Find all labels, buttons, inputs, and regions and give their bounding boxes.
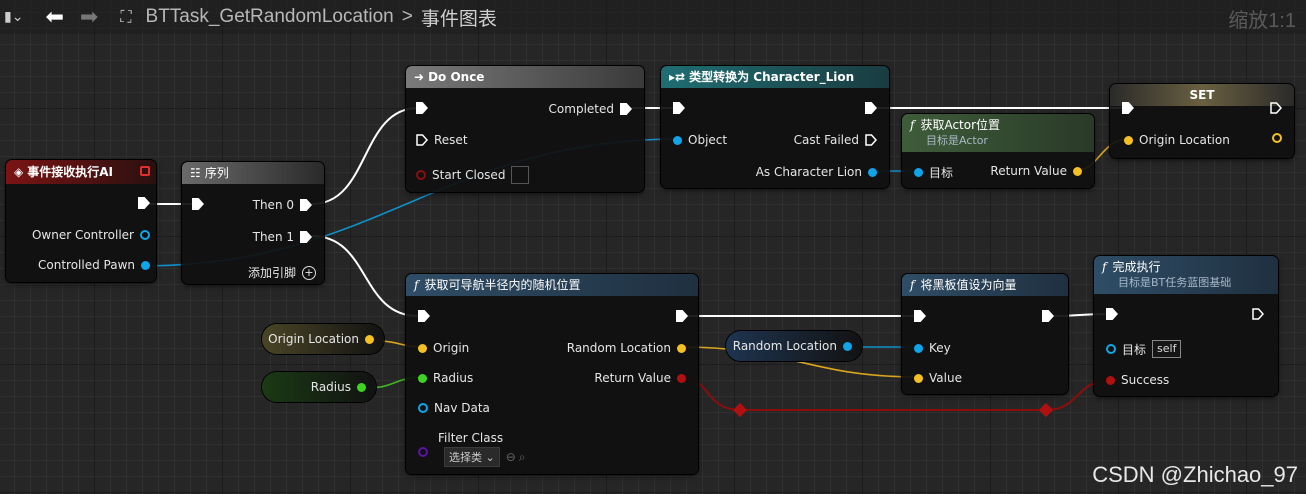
- set-node[interactable]: SET Origin Location: [1110, 84, 1294, 158]
- toolbar: ▮⌄ ⬅ ➡ ⛶ BTTask_GetRandomLocation > 事件图表…: [0, 0, 1306, 34]
- set-blackboard-vector-node[interactable]: f 将黑板值设为向量 Key Value: [902, 274, 1068, 394]
- breadcrumb-task[interactable]: BTTask_GetRandomLocation: [146, 6, 394, 28]
- back-arrow-icon[interactable]: ⬅: [45, 5, 63, 30]
- controlled-pawn-pin[interactable]: Controlled Pawn: [32, 258, 150, 272]
- event-exec-out[interactable]: [138, 197, 150, 209]
- random-location-node[interactable]: f 获取可导航半径内的随机位置 Origin Random Location Ra…: [406, 274, 698, 474]
- sequence-node-header: ☷ 序列: [182, 162, 324, 184]
- forward-arrow-icon[interactable]: ➡: [80, 5, 98, 30]
- blackboard-value-pin[interactable]: Value: [914, 371, 968, 385]
- cast-exec-in[interactable]: [673, 102, 685, 114]
- random-exec-out[interactable]: [676, 310, 688, 322]
- function-icon: f: [414, 278, 419, 292]
- cast-icon: ▸⇄: [669, 70, 686, 84]
- set-exec-out[interactable]: [1270, 102, 1283, 114]
- watermark: CSDN @Zhichao_97: [1092, 462, 1298, 487]
- breakpoint-icon: [140, 166, 150, 176]
- get-location-target-pin[interactable]: 目标: [914, 164, 959, 181]
- set-header: SET: [1110, 84, 1294, 106]
- cast-node[interactable]: ▸⇄ 类型转换为 Character_Lion Object Cast Faile…: [661, 66, 889, 188]
- function-icon: f: [1102, 260, 1107, 274]
- origin-location-getter[interactable]: Origin Location: [262, 324, 384, 354]
- completed-pin[interactable]: Completed: [543, 102, 632, 116]
- nav-data-pin[interactable]: Nav Data: [418, 401, 496, 415]
- random-location-pin[interactable]: Random Location: [561, 341, 686, 355]
- finish-target-pin[interactable]: 目标 self: [1106, 340, 1182, 358]
- search-icon[interactable]: ⌕: [519, 450, 526, 465]
- cast-failed-pin[interactable]: Cast Failed: [788, 133, 878, 147]
- event-node-header: ◈ 事件接收执行AI: [6, 160, 156, 184]
- function-icon: f: [910, 278, 915, 292]
- filter-class-pin[interactable]: [418, 447, 428, 457]
- sequence-node[interactable]: ☷ 序列 Then 0 Then 1 添加引脚 +: [182, 162, 324, 284]
- get-actor-location-node[interactable]: f 获取Actor位置 目标是Actor 目标 Return Value: [902, 114, 1094, 188]
- finish-success-pin[interactable]: Success: [1106, 373, 1175, 387]
- do-once-icon: ➜: [414, 70, 425, 84]
- cast-header: ▸⇄ 类型转换为 Character_Lion: [661, 66, 889, 88]
- random-radius-pin[interactable]: Radius: [418, 371, 479, 385]
- filter-class-dropdown[interactable]: 选择类 ⌄ ⊖ ⌕: [444, 447, 526, 467]
- blackboard-key-pin[interactable]: Key: [914, 341, 957, 355]
- then0-pin[interactable]: Then 0: [247, 198, 312, 212]
- browse-arrow-icon[interactable]: ⊖: [506, 450, 516, 464]
- breadcrumb-graph[interactable]: 事件图表: [421, 4, 497, 31]
- blackboard-header: f 将黑板值设为向量: [902, 274, 1068, 296]
- get-actor-location-header: f 获取Actor位置 目标是Actor: [902, 114, 1094, 152]
- do-once-header: ➜ Do Once: [406, 66, 644, 88]
- reset-pin[interactable]: Reset: [416, 133, 474, 147]
- blackboard-exec-out[interactable]: [1042, 310, 1054, 322]
- set-output-pin[interactable]: [1272, 133, 1282, 143]
- random-origin-pin[interactable]: Origin: [418, 341, 475, 355]
- random-return-pin[interactable]: Return Value: [588, 371, 686, 385]
- get-location-return-pin[interactable]: Return Value: [984, 164, 1082, 178]
- cast-exec-out[interactable]: [865, 102, 877, 114]
- random-exec-in[interactable]: [418, 310, 430, 322]
- start-closed-pin[interactable]: Start Closed: [416, 166, 530, 184]
- random-location-header: f 获取可导航半径内的随机位置: [406, 274, 698, 296]
- finish-execute-header: f 完成执行 目标是BT任务蓝图基础: [1094, 256, 1278, 294]
- filter-class-label: Filter Class: [438, 431, 504, 445]
- start-closed-checkbox[interactable]: [511, 166, 530, 184]
- function-icon: f: [910, 118, 915, 132]
- finish-exec-in[interactable]: [1106, 308, 1118, 320]
- set-origin-location-pin[interactable]: Origin Location: [1124, 133, 1236, 147]
- breadcrumb-separator: >: [401, 6, 413, 27]
- zoom-level: 缩放1:1: [1228, 10, 1296, 32]
- radius-getter[interactable]: Radius: [262, 372, 376, 402]
- do-once-exec-in[interactable]: [416, 102, 428, 114]
- random-location-getter[interactable]: Random Location: [726, 331, 862, 361]
- sequence-icon: ☷: [190, 166, 201, 180]
- do-once-node[interactable]: ➜ Do Once Completed Reset Start Closed: [406, 66, 644, 192]
- chevron-down-icon: ⌄: [485, 451, 495, 464]
- finish-execute-node[interactable]: f 完成执行 目标是BT任务蓝图基础 目标 self Success: [1094, 256, 1278, 396]
- cast-object-pin[interactable]: Object: [673, 133, 733, 147]
- then1-pin[interactable]: Then 1: [247, 230, 312, 244]
- blackboard-exec-in[interactable]: [914, 310, 926, 322]
- graph-icon: ⛶: [120, 7, 132, 26]
- event-icon: ◈: [14, 165, 24, 179]
- owner-controller-pin[interactable]: Owner Controller: [26, 228, 150, 242]
- add-pin-button[interactable]: 添加引脚 +: [242, 264, 316, 281]
- as-character-lion-pin[interactable]: As Character Lion: [750, 165, 877, 179]
- add-pin-icon: +: [302, 265, 316, 280]
- bookmark-icon[interactable]: ▮⌄: [4, 9, 23, 25]
- target-self-field[interactable]: self: [1152, 340, 1182, 358]
- finish-exec-out[interactable]: [1252, 308, 1265, 320]
- event-node[interactable]: ◈ 事件接收执行AI Owner Controller Controlled Pa…: [6, 160, 156, 282]
- set-exec-in[interactable]: [1122, 102, 1134, 114]
- sequence-exec-in[interactable]: [192, 198, 204, 210]
